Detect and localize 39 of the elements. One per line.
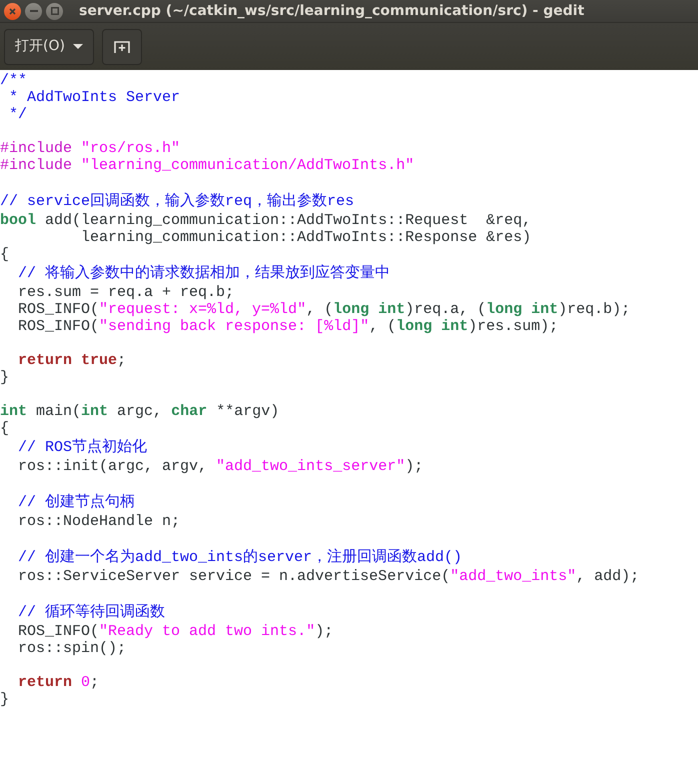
open-button[interactable]: 打开(O) [4, 28, 94, 64]
code-line: { [0, 420, 10, 437]
maximize-icon [50, 7, 58, 15]
code-line: bool add(learning_communication::AddTwoInts::Request &req, [0, 212, 532, 229]
code-comment: // 创建一个名为add_two_ints的server，注册回调函数add() [17, 548, 464, 568]
code-line: return 0; [17, 674, 100, 691]
close-icon [9, 8, 16, 14]
code-comment: // 将输入参数中的请求数据相加，结果放到应答变量中 [17, 263, 392, 284]
code-comment: */ [8, 106, 28, 123]
code-line: ROS_INFO("Ready to add two ints."); [17, 623, 334, 640]
caret-icon [72, 44, 83, 50]
code-line: return true; [17, 352, 128, 369]
code-line: learning_communication::AddTwoInts::Response &res) [80, 229, 532, 246]
code-line: ROS_INFO("request: x=%ld, y=%ld", (long int)req.a, (long int)req.b); [17, 301, 632, 318]
code-line: int main(int argc, char **argv) [0, 403, 280, 420]
code-line: { [0, 246, 10, 263]
code-line: ros::spin(); [17, 640, 128, 657]
code-comment: // service回调函数，输入参数req，输出参数res [0, 192, 356, 212]
code-line: #include "learning_communication/AddTwoInts.h" [0, 157, 416, 174]
code-line: } [0, 691, 10, 708]
close-button[interactable] [4, 2, 21, 20]
code-line: ros::NodeHandle n; [17, 513, 182, 530]
code-line: ros::init(argc, argv, "add_two_ints_server"); [17, 458, 424, 475]
code-line: res.sum = req.a + req.b; [17, 284, 236, 301]
code-line: } [0, 369, 10, 386]
code-comment: // 循环等待回调函数 [17, 602, 166, 623]
code-comment: // 创建节点句柄 [17, 492, 136, 513]
new-tab-icon [114, 40, 130, 54]
code-comment: * AddTwoInts Server [8, 89, 182, 106]
minimize-icon [30, 10, 38, 12]
code-comment: /** [0, 72, 28, 89]
maximize-button[interactable] [46, 2, 63, 20]
minimize-button[interactable] [25, 2, 42, 20]
code-line: ros::ServiceServer service = n.advertiseService("add_two_ints", add); [17, 568, 640, 585]
new-tab-button[interactable] [102, 28, 142, 64]
code-comment: // ROS节点初始化 [17, 438, 148, 458]
code-line: ROS_INFO("sending back response: [%ld]", (long int)res.sum); [17, 318, 560, 335]
code-line: #include "ros/ros.h" [0, 140, 182, 157]
window-title: server.cpp (~/catkin_ws/src/learning_communication/src) - gedit [79, 2, 584, 20]
